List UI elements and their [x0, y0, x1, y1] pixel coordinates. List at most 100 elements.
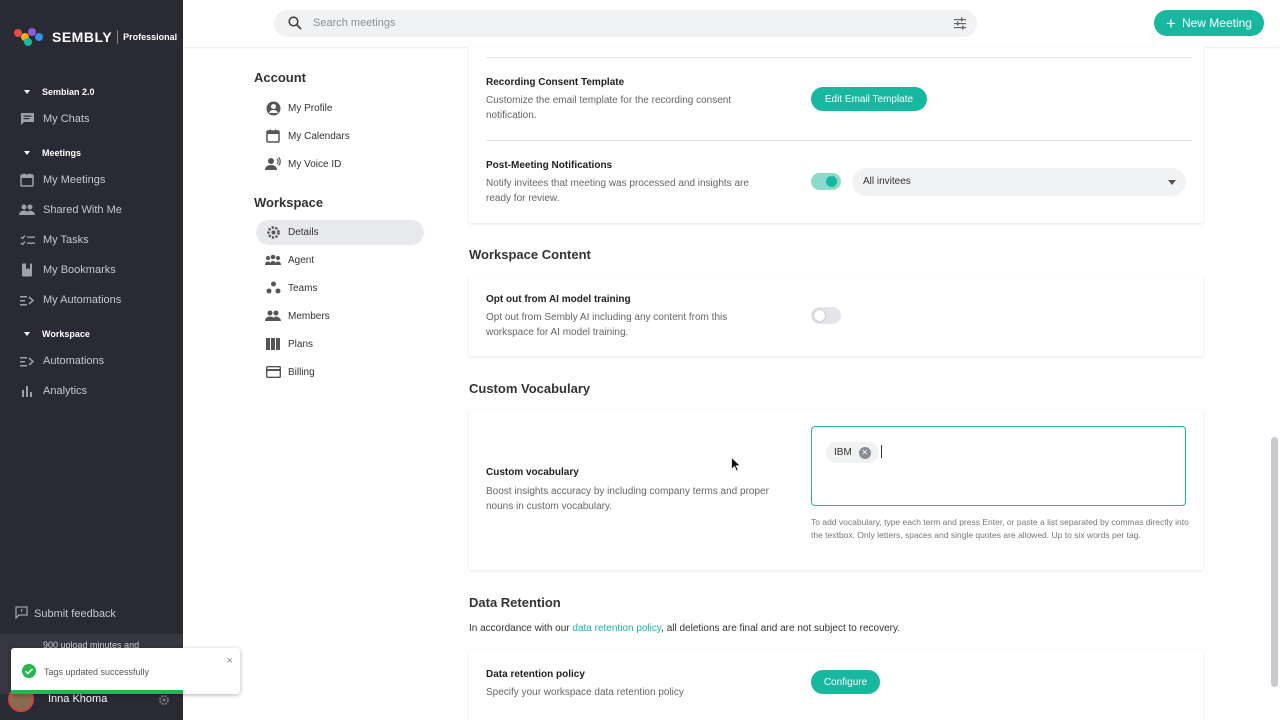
- custom-vocabulary-heading: Custom Vocabulary: [469, 381, 591, 396]
- settings-nav-label: Details: [288, 226, 319, 238]
- sidebar-item-label: My Meetings: [43, 174, 106, 186]
- plus-icon: +: [1166, 13, 1176, 33]
- gear-icon: [265, 224, 281, 240]
- settings-nav-agent[interactable]: Agent: [265, 252, 314, 268]
- sidebar-item-analytics[interactable]: Analytics: [19, 383, 87, 399]
- settings-nav-details[interactable]: Details: [265, 224, 319, 240]
- caret-down-icon: [24, 151, 30, 155]
- sembly-logo[interactable]: SEMBLY Professional: [14, 28, 177, 46]
- bar-chart-icon: [19, 383, 35, 399]
- search-placeholder: Search meetings: [313, 17, 396, 29]
- bookmark-icon: [19, 262, 35, 278]
- sidebar-item-label: Shared With Me: [43, 204, 122, 216]
- agent-icon: [265, 252, 281, 268]
- mouse-pointer-icon: [731, 456, 742, 477]
- notifications-card: Recording Consent Template Customize the…: [469, 47, 1203, 223]
- scrollbar[interactable]: [1271, 437, 1278, 687]
- brand-name: SEMBLY: [52, 29, 113, 45]
- settings-nav-my-voice-id[interactable]: My Voice ID: [265, 156, 341, 172]
- opt-out-title: Opt out from AI model training: [486, 294, 631, 305]
- teams-icon: [265, 280, 281, 296]
- sidebar-section-meetings[interactable]: Meetings: [24, 148, 81, 158]
- data-retention-policy-desc: Specify your workspace data retention po…: [486, 687, 684, 698]
- settings-nav-label: My Profile: [288, 102, 333, 114]
- success-toast: Tags updated successfully ×: [11, 648, 240, 694]
- submit-feedback-label: Submit feedback: [34, 608, 116, 620]
- workspace-heading: Workspace: [254, 195, 324, 210]
- caret-down-icon: [24, 332, 30, 336]
- people-icon: [265, 308, 281, 324]
- plans-columns-icon: [265, 336, 281, 352]
- sidebar-item-shared-with-me[interactable]: Shared With Me: [19, 202, 122, 218]
- sidebar-item-my-bookmarks[interactable]: My Bookmarks: [19, 262, 116, 278]
- edit-email-template-button[interactable]: Edit Email Template: [811, 87, 927, 111]
- opt-out-toggle[interactable]: [811, 307, 841, 324]
- settings-nav-label: Teams: [288, 282, 318, 294]
- settings-nav-my-profile[interactable]: My Profile: [265, 100, 332, 116]
- submit-feedback-link[interactable]: Submit feedback: [15, 606, 116, 622]
- sidebar-item-label: Automations: [43, 355, 105, 367]
- sidebar-item-automations[interactable]: Automations: [19, 353, 104, 369]
- vocabulary-tag[interactable]: IBM ✕: [826, 442, 879, 463]
- text-cursor: [881, 445, 882, 458]
- plan-name: Professional: [123, 32, 178, 42]
- recording-consent-title: Recording Consent Template: [486, 77, 625, 88]
- custom-vocabulary-title: Custom vocabulary: [486, 467, 579, 478]
- sidebar-item-my-tasks[interactable]: My Tasks: [19, 232, 89, 248]
- data-retention-policy-title: Data retention policy: [486, 669, 585, 680]
- recording-consent-desc: Customize the email template for the rec…: [486, 95, 732, 121]
- toast-progress-bar: [11, 690, 183, 694]
- search-input[interactable]: Search meetings: [274, 10, 977, 37]
- account-heading: Account: [254, 70, 306, 85]
- settings-nav-billing[interactable]: Billing: [265, 364, 315, 380]
- divider: [486, 57, 1192, 58]
- settings-nav-label: Billing: [288, 366, 315, 378]
- automation-icon: [19, 292, 35, 308]
- toast-message: Tags updated successfully: [44, 667, 150, 677]
- custom-vocabulary-desc: Boost insights accuracy by including com…: [486, 486, 769, 512]
- data-retention-intro: In accordance with our data retention po…: [469, 623, 900, 634]
- data-retention-heading: Data Retention: [469, 595, 561, 610]
- settings-nav-plans[interactable]: Plans: [265, 336, 313, 352]
- gear-icon[interactable]: [158, 693, 170, 711]
- settings-nav-label: Members: [288, 310, 330, 322]
- sidebar-section-workspace[interactable]: Workspace: [24, 329, 90, 339]
- data-retention-policy-link[interactable]: data retention policy: [572, 623, 661, 634]
- sidebar-item-my-chats[interactable]: My Chats: [19, 111, 89, 127]
- invitees-select-value: All invitees: [863, 176, 911, 187]
- configure-button[interactable]: Configure: [811, 670, 880, 694]
- search-icon: [288, 16, 302, 35]
- settings-nav-members[interactable]: Members: [265, 308, 330, 324]
- close-icon[interactable]: ×: [227, 655, 233, 667]
- chevron-down-icon: [1168, 180, 1176, 185]
- chat-icon: [19, 111, 35, 127]
- filter-sliders-icon[interactable]: [953, 16, 967, 35]
- post-meeting-toggle[interactable]: [811, 173, 841, 190]
- post-meeting-title: Post-Meeting Notifications: [486, 160, 613, 171]
- settings-nav-my-calendars[interactable]: My Calendars: [265, 128, 350, 144]
- new-meeting-label: New Meeting: [1181, 16, 1252, 30]
- sidebar-item-label: My Bookmarks: [43, 264, 116, 276]
- data-retention-intro-suffix: , all deletions are final and are not su…: [661, 623, 900, 634]
- feedback-icon: [15, 606, 28, 622]
- caret-down-icon: [24, 90, 30, 94]
- vocabulary-input[interactable]: IBM ✕: [811, 426, 1186, 506]
- account-circle-icon: [265, 100, 281, 116]
- top-bar: Search meetings + New Meeting: [183, 0, 1280, 47]
- remove-tag-icon[interactable]: ✕: [858, 446, 871, 459]
- post-meeting-desc: Notify invitees that meeting was process…: [486, 178, 749, 204]
- sidebar-item-label: My Automations: [43, 294, 122, 306]
- sidebar-section-label: Sembian 2.0: [42, 87, 95, 97]
- new-meeting-button[interactable]: + New Meeting: [1154, 10, 1264, 36]
- sidebar-section-sembian[interactable]: Sembian 2.0: [24, 87, 95, 97]
- sidebar-item-label: Analytics: [43, 385, 88, 397]
- divider: [486, 140, 1192, 141]
- vocabulary-tag-label: IBM: [834, 447, 852, 458]
- sidebar-item-my-meetings[interactable]: My Meetings: [19, 172, 105, 188]
- check-circle-icon: [22, 664, 36, 678]
- settings-nav-teams[interactable]: Teams: [265, 280, 317, 296]
- sidebar-item-label: My Chats: [43, 113, 90, 125]
- invitees-select[interactable]: All invitees: [852, 168, 1186, 196]
- settings-nav-label: My Calendars: [288, 130, 350, 142]
- sidebar-item-my-automations[interactable]: My Automations: [19, 292, 121, 308]
